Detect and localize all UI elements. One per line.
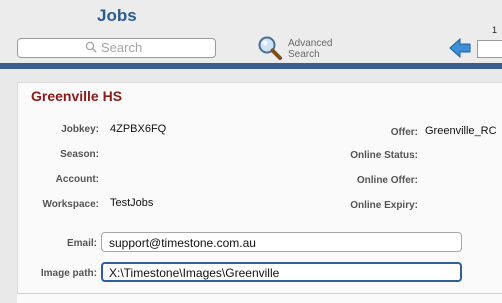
email-label: Email:	[66, 238, 97, 249]
image-path-field[interactable]: X:\Timestone\Images\Greenville	[101, 262, 462, 282]
search-placeholder-text: Search	[101, 40, 143, 55]
page-title: Jobs	[97, 6, 137, 25]
header-divider	[0, 63, 502, 69]
page-number: 1	[492, 25, 498, 35]
season-label: Season:	[60, 149, 99, 160]
search-icon	[85, 41, 97, 53]
search-input[interactable]: Search	[17, 38, 216, 58]
online-expiry-label: Online Expiry:	[350, 200, 418, 211]
workspace-value: TestJobs	[110, 197, 154, 209]
advanced-search-label-2: Search	[288, 49, 320, 60]
advanced-search-label-1: Advanced	[288, 38, 333, 49]
jobkey-label: Jobkey:	[61, 124, 99, 135]
email-value: support@timestone.com.au	[109, 236, 256, 250]
advanced-search-button[interactable]: Advanced Search	[288, 38, 332, 60]
image-path-label: Image path:	[40, 268, 97, 279]
jobkey-value: 4ZPBX6FQ	[110, 123, 167, 135]
image-path-value: X:\Timestone\Images\Greenville	[109, 266, 280, 280]
search-placeholder: Search	[85, 40, 142, 55]
online-offer-label: Online Offer:	[356, 175, 418, 186]
offer-value: Greenville_RC	[425, 125, 497, 137]
online-status-label: Online Status:	[350, 150, 418, 161]
workspace-label: Workspace:	[42, 199, 99, 210]
email-field[interactable]: support@timestone.com.au	[101, 232, 462, 252]
record-title: Greenville HS	[31, 88, 123, 104]
back-arrow-icon[interactable]	[449, 37, 471, 59]
account-label: Account:	[55, 174, 99, 185]
offer-label: Offer:	[390, 127, 418, 138]
page-number-input[interactable]	[477, 40, 502, 58]
advanced-search-icon[interactable]	[257, 35, 283, 61]
